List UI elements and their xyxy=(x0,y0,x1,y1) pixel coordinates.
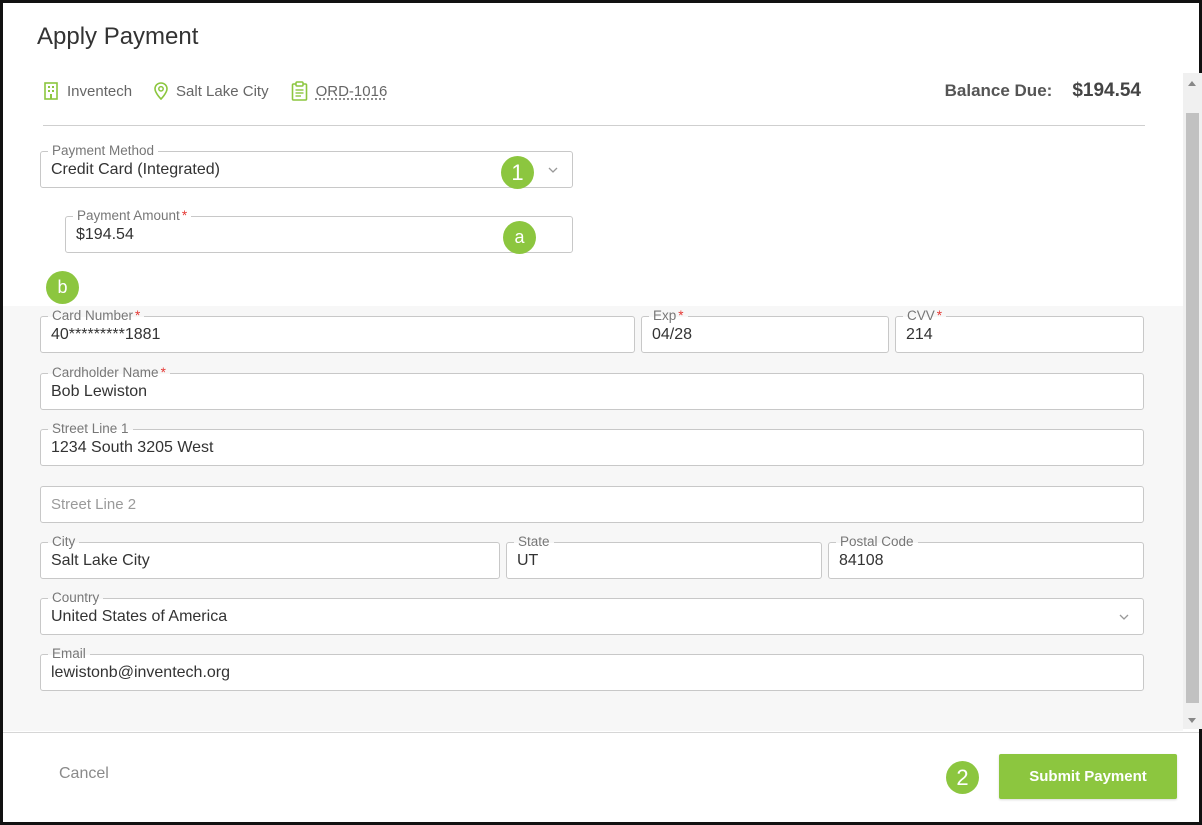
step-a-badge: a xyxy=(503,221,536,254)
card-number-value: 40*********1881 xyxy=(51,326,161,343)
payment-method-select[interactable]: Payment Method Credit Card (Integrated) xyxy=(40,143,573,188)
payment-method-label: Payment Method xyxy=(48,143,159,158)
email-input[interactable]: Email lewistonb@inventech.org xyxy=(40,646,1144,691)
location-meta: Salt Lake City xyxy=(154,82,269,100)
cvv-value: 214 xyxy=(906,326,933,343)
payment-amount-label: Payment Amount * xyxy=(73,208,192,223)
location-name: Salt Lake City xyxy=(176,82,269,100)
cardholder-name-value: Bob Lewiston xyxy=(51,383,148,400)
scrollbar-thumb[interactable] xyxy=(1186,113,1199,703)
company-meta: Inventech xyxy=(43,82,132,100)
step-1-badge: 1 xyxy=(501,156,534,189)
company-name: Inventech xyxy=(67,82,133,100)
email-label: Email xyxy=(48,646,90,661)
street-line-1-label: Street Line 1 xyxy=(48,421,133,436)
balance-due-label: Balance Due: xyxy=(944,81,1053,100)
apply-payment-dialog: Apply Payment Inventech Salt Lake City O… xyxy=(0,0,1202,825)
step-b-badge: b xyxy=(46,271,79,304)
country-select[interactable]: Country United States of America xyxy=(40,590,1144,635)
cardholder-name-input[interactable]: Cardholder Name * Bob Lewiston xyxy=(40,365,1144,410)
order-link[interactable]: ORD-1016 xyxy=(316,83,388,100)
state-value: UT xyxy=(517,552,539,569)
state-label: State xyxy=(514,534,554,549)
header-divider xyxy=(43,125,1145,126)
postal-code-value: 84108 xyxy=(839,552,884,569)
exp-input[interactable]: Exp * 04/28 xyxy=(641,308,889,353)
city-label: City xyxy=(48,534,80,549)
payment-amount-value: $194.54 xyxy=(76,226,134,243)
card-number-input[interactable]: Card Number * 40*********1881 xyxy=(40,308,635,353)
scroll-up-arrow-icon[interactable] xyxy=(1188,81,1196,86)
postal-code-label: Postal Code xyxy=(836,534,918,549)
state-input[interactable]: State UT xyxy=(506,534,822,579)
city-value: Salt Lake City xyxy=(51,552,150,569)
payment-amount-input[interactable]: Payment Amount * $194.54 xyxy=(65,208,573,253)
postal-code-input[interactable]: Postal Code 84108 xyxy=(828,534,1144,579)
dialog-title: Apply Payment xyxy=(37,23,199,50)
balance-due-value: $194.54 xyxy=(1072,80,1141,101)
country-value: United States of America xyxy=(51,608,228,625)
balance-due: Balance Due: $194.54 xyxy=(945,80,1141,102)
scroll-down-arrow-icon[interactable] xyxy=(1188,718,1196,723)
street-line-1-value: 1234 South 3205 West xyxy=(51,439,214,456)
vertical-scrollbar[interactable] xyxy=(1183,73,1202,729)
step-2-badge: 2 xyxy=(946,761,979,794)
street-line-1-input[interactable]: Street Line 1 1234 South 3205 West xyxy=(40,421,1144,466)
exp-value: 04/28 xyxy=(652,326,693,343)
email-value: lewistonb@inventech.org xyxy=(51,664,231,681)
submit-payment-button[interactable]: Submit Payment xyxy=(999,754,1177,799)
cancel-button[interactable]: Cancel xyxy=(59,765,109,783)
building-icon xyxy=(44,82,58,100)
map-pin-icon xyxy=(154,82,168,100)
footer-divider xyxy=(3,732,1199,733)
chevron-down-icon[interactable] xyxy=(1119,612,1129,622)
street-line-2-placeholder: Street Line 2 xyxy=(51,496,137,513)
order-meta: ORD-1016 xyxy=(291,81,388,101)
city-input[interactable]: City Salt Lake City xyxy=(40,534,500,579)
payment-method-value: Credit Card (Integrated) xyxy=(51,161,220,178)
order-meta-row: Inventech Salt Lake City ORD-1016 xyxy=(43,79,409,103)
clipboard-icon xyxy=(291,81,307,101)
chevron-down-icon[interactable] xyxy=(548,165,558,175)
cvv-input[interactable]: CVV * 214 xyxy=(895,308,1144,353)
country-label: Country xyxy=(48,590,104,605)
street-line-2-input[interactable]: Street Line 2 xyxy=(40,486,1144,523)
